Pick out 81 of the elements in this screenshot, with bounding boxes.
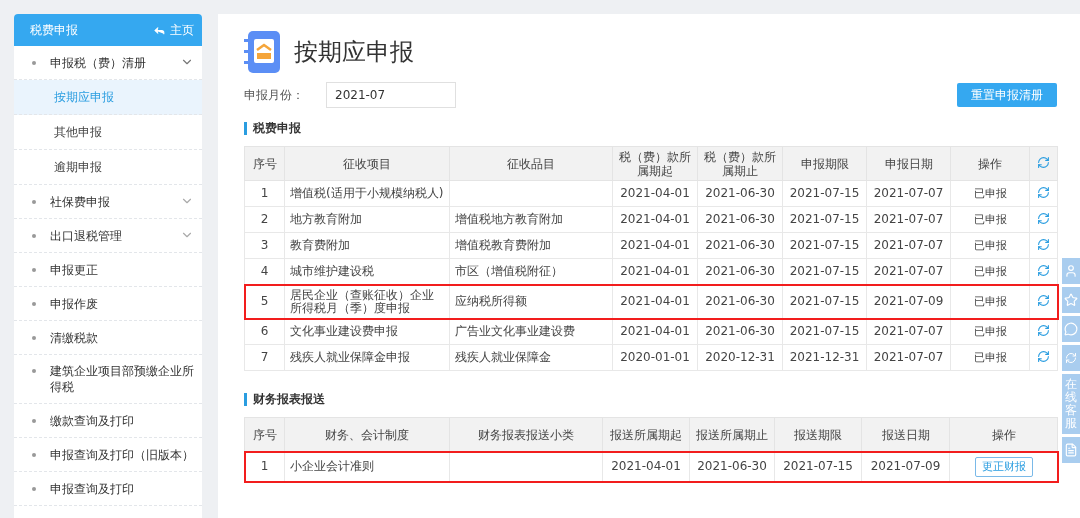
table-cell: 地方教育附加: [284, 206, 450, 233]
refresh-icon[interactable]: [1037, 237, 1050, 251]
table-cell: 2020-12-31: [697, 344, 783, 371]
table-cell: 2021-07-07: [866, 232, 951, 259]
field-label: 申报月份：: [244, 87, 305, 103]
column-header: 财务报表报送小类: [449, 417, 603, 452]
section-title: 税费申报: [244, 122, 1058, 135]
table-cell: 2: [244, 206, 285, 233]
table-cell: 2021-07-07: [866, 344, 951, 371]
table-cell: 3: [244, 232, 285, 259]
table-cell: 2021-07-15: [782, 232, 867, 259]
page-title: 按期应申报: [294, 37, 414, 68]
refresh-icon[interactable]: [1037, 155, 1050, 169]
table-cell: 已申报: [950, 344, 1030, 371]
column-header: 报送所属期止: [689, 417, 775, 452]
star-icon: [1064, 293, 1078, 307]
table-cell: 2021-07-15: [782, 180, 867, 207]
table-cell: 2020-01-01: [612, 344, 698, 371]
table-cell: 2021-04-01: [612, 180, 698, 207]
table-cell: 已申报: [950, 180, 1030, 207]
service-button[interactable]: [1062, 345, 1080, 371]
column-header: 财务、会计制度: [284, 417, 450, 452]
table-cell: 增值税教育费附加: [449, 232, 613, 259]
document-icon: [1064, 443, 1078, 457]
table-cell: 残疾人就业保障金: [449, 344, 613, 371]
column-header: 序号: [244, 146, 285, 181]
service-button[interactable]: [1062, 316, 1080, 342]
table-cell: 2021-06-30: [697, 318, 783, 345]
column-header: 税（费）款所属期止: [697, 146, 783, 181]
table-cell: 2021-12-31: [782, 344, 867, 371]
table-cell: 文化事业建设费申报: [284, 318, 450, 345]
column-header: 序号: [244, 417, 285, 452]
table-cell: 教育费附加: [284, 232, 450, 259]
column-header: 报送期限: [774, 417, 862, 452]
column-header: 征收品目: [449, 146, 613, 181]
table-cell: 4: [244, 258, 285, 285]
column-header: 征收项目: [284, 146, 450, 181]
table-cell: 已申报: [950, 318, 1030, 345]
service-button[interactable]: [1062, 287, 1080, 313]
refresh-icon[interactable]: [1037, 323, 1050, 337]
column-header: 报送日期: [861, 417, 950, 452]
table-cell: 2021-04-01: [612, 232, 698, 259]
service-button[interactable]: [1062, 258, 1080, 284]
column-header: 报送所属期起: [602, 417, 690, 452]
sidebar-title: 税费申报: [30, 21, 78, 39]
refresh-icon[interactable]: [1037, 293, 1050, 307]
table-cell: 2021-04-01: [612, 206, 698, 233]
table-cell: 2021-04-01: [612, 318, 698, 345]
column-header: 税（费）款所属期起: [612, 146, 698, 181]
column-header: 操作: [949, 417, 1058, 452]
table-cell: 2021-07-07: [866, 180, 951, 207]
refresh-icon[interactable]: [1037, 185, 1050, 199]
refresh-icon[interactable]: [1037, 211, 1050, 225]
table-cell: 增值税地方教育附加: [449, 206, 613, 233]
section-title: 财务报表报送: [244, 393, 1058, 406]
table-cell: 1: [244, 180, 285, 207]
service-button[interactable]: [1062, 437, 1080, 463]
table-cell: 已申报: [950, 206, 1030, 233]
table-cell: 2021-07-07: [866, 206, 951, 233]
table-cell: 2021-07-15: [782, 318, 867, 345]
refresh-icon[interactable]: [1037, 263, 1050, 277]
table-cell: 2021-06-30: [697, 206, 783, 233]
table-cell: 增值税(适用于小规模纳税人): [284, 180, 450, 207]
chat-icon: [1064, 322, 1078, 336]
table-cell: 7: [244, 344, 285, 371]
month-input-field[interactable]: 2021-07: [326, 82, 456, 108]
notebook-icon: [244, 31, 280, 73]
table-cell: 2021-06-30: [697, 232, 783, 259]
table-cell: 广告业文化事业建设费: [449, 318, 613, 345]
column-header: 操作: [950, 146, 1030, 181]
swirl-icon: [1065, 352, 1077, 364]
refresh-icon[interactable]: [1037, 349, 1050, 363]
user-icon: [1064, 264, 1078, 278]
table-cell: 2021-07-15: [782, 206, 867, 233]
table-cell: 已申报: [950, 232, 1030, 259]
table-cell: 残疾人就业保障金申报: [284, 344, 450, 371]
table-cell: 2021-07-07: [866, 318, 951, 345]
column-header: 申报日期: [866, 146, 951, 181]
table-cell: 2021-06-30: [697, 180, 783, 207]
column-header: 申报期限: [782, 146, 867, 181]
table-cell: 6: [244, 318, 285, 345]
